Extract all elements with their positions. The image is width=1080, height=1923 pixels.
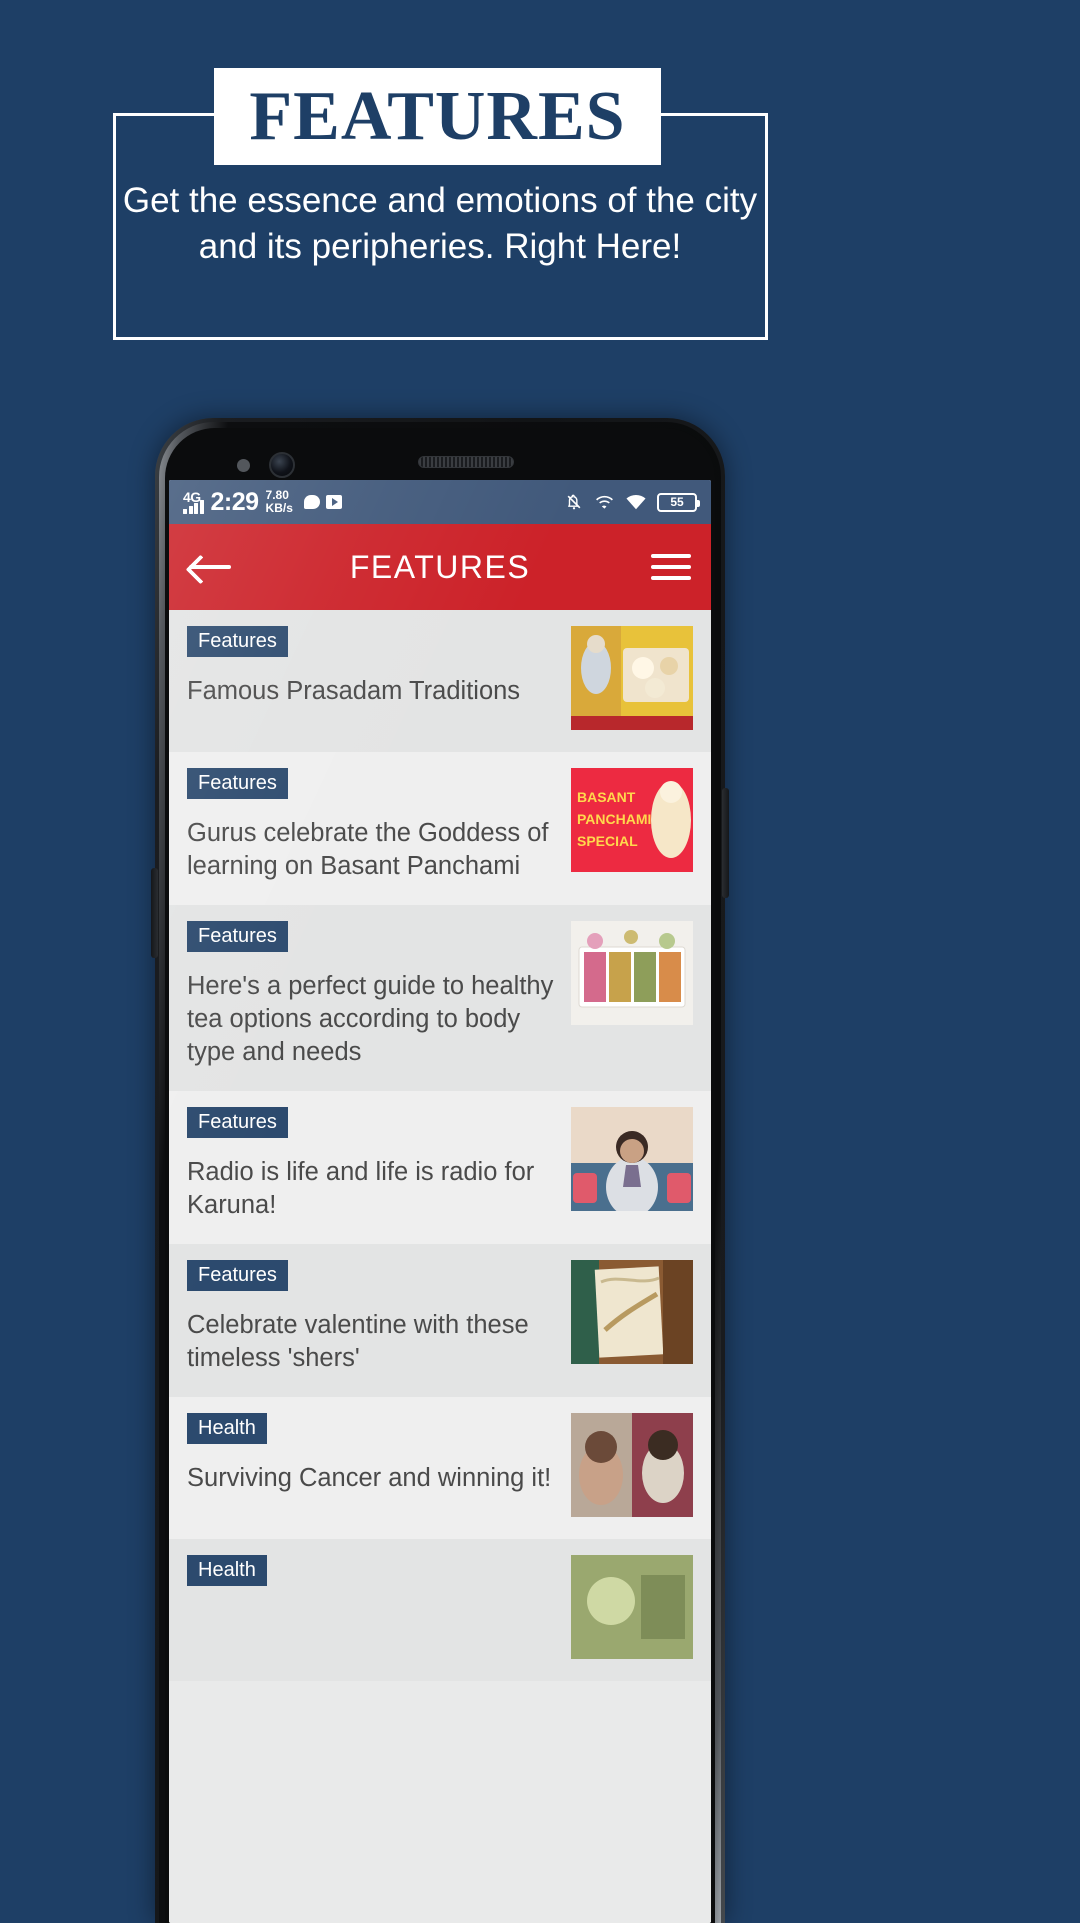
svg-text:SPECIAL: SPECIAL <box>577 833 638 849</box>
list-item-content: Features Famous Prasadam Traditions <box>187 626 571 708</box>
battery-icon: 55 <box>657 492 700 512</box>
notifications-off-icon <box>567 494 581 510</box>
status-time: 2:29 <box>210 487 260 516</box>
call-wifi-icon <box>596 495 613 509</box>
category-badge: Features <box>187 626 288 657</box>
promo-banner: FEATURES Get the essence and emotions of… <box>0 0 1080 400</box>
signal-bars-icon <box>183 500 204 514</box>
category-badge: Health <box>187 1413 267 1444</box>
list-item-thumbnail: BASANT PANCHAMI SPECIAL <box>571 768 693 872</box>
list-item[interactable]: Features Radio is life and life is radio… <box>169 1091 711 1244</box>
status-bar-right: 55 <box>564 491 700 513</box>
list-item-thumbnail <box>571 1413 693 1517</box>
promo-title: FEATURES <box>249 77 626 155</box>
list-item-content: Features Here's a perfect guide to healt… <box>187 921 571 1069</box>
proximity-sensor-icon <box>237 459 250 472</box>
chat-bubble-icon <box>303 495 320 509</box>
list-item[interactable]: Features Gurus celebrate the Goddess of … <box>169 752 711 905</box>
list-item[interactable]: Features Celebrate valentine with these … <box>169 1244 711 1397</box>
category-badge: Features <box>187 1260 288 1291</box>
app-bar: FEATURES <box>169 524 711 610</box>
power-button[interactable] <box>722 788 729 898</box>
play-store-icon <box>325 495 342 509</box>
front-camera-icon <box>269 452 295 478</box>
status-bar-left: 4G 2:29 7.80 KB/s <box>183 488 342 517</box>
data-rate-unit: KB/s <box>265 501 293 515</box>
list-item-content: Features Celebrate valentine with these … <box>187 1260 571 1375</box>
list-item-title: Famous Prasadam Traditions <box>187 677 521 705</box>
list-item-title: Gurus celebrate the Goddess of learning … <box>187 819 549 880</box>
svg-text:BASANT: BASANT <box>577 789 636 805</box>
category-badge: Features <box>187 921 288 952</box>
volume-button[interactable] <box>151 868 158 958</box>
category-badge: Health <box>187 1555 267 1586</box>
list-item-thumbnail <box>571 626 693 730</box>
list-item-content: Features Radio is life and life is radio… <box>187 1107 571 1222</box>
article-list[interactable]: Features Famous Prasadam Traditions Feat… <box>169 610 711 1923</box>
list-item[interactable]: Features Here's a perfect guide to healt… <box>169 905 711 1091</box>
phone-mockup: 4G 2:29 7.80 KB/s 55 FEATURES Features F… <box>151 418 729 1923</box>
list-item-content: Features Gurus celebrate the Goddess of … <box>187 768 571 883</box>
list-item[interactable]: Health <box>169 1539 711 1681</box>
hamburger-menu-icon[interactable] <box>651 554 691 580</box>
list-item-title: Radio is life and life is radio for Karu… <box>187 1158 535 1219</box>
list-item-thumbnail <box>571 1260 693 1364</box>
status-bar: 4G 2:29 7.80 KB/s 55 <box>169 480 711 524</box>
category-badge: Features <box>187 768 288 799</box>
status-notification-icons <box>303 495 342 509</box>
wifi-icon <box>626 494 646 510</box>
list-item[interactable]: Features Famous Prasadam Traditions <box>169 610 711 752</box>
network-indicator: 4G <box>183 490 204 514</box>
list-item-thumbnail <box>571 1107 693 1211</box>
list-item[interactable]: Health Surviving Cancer and winning it! <box>169 1397 711 1539</box>
app-bar-title: FEATURES <box>349 548 531 585</box>
list-item-title: Celebrate valentine with these timeless … <box>187 1311 529 1372</box>
phone-screen: 4G 2:29 7.80 KB/s 55 FEATURES Features F… <box>169 480 711 1923</box>
list-item-title: Here's a perfect guide to healthy tea op… <box>187 972 554 1066</box>
list-item-content: Health <box>187 1555 571 1604</box>
back-arrow-icon[interactable] <box>189 552 233 582</box>
earpiece-speaker <box>418 456 514 468</box>
list-item-title: Surviving Cancer and winning it! <box>187 1464 552 1492</box>
svg-text:PANCHAMI: PANCHAMI <box>577 811 651 827</box>
data-rate-indicator: 7.80 KB/s <box>266 489 293 514</box>
promo-title-box: FEATURES <box>214 68 661 165</box>
list-item-thumbnail <box>571 921 693 1025</box>
battery-percent-label: 55 <box>670 495 684 509</box>
list-item-thumbnail <box>571 1555 693 1659</box>
promo-subtitle: Get the essence and emotions of the city… <box>122 181 758 266</box>
category-badge: Features <box>187 1107 288 1138</box>
list-item-content: Health Surviving Cancer and winning it! <box>187 1413 571 1495</box>
